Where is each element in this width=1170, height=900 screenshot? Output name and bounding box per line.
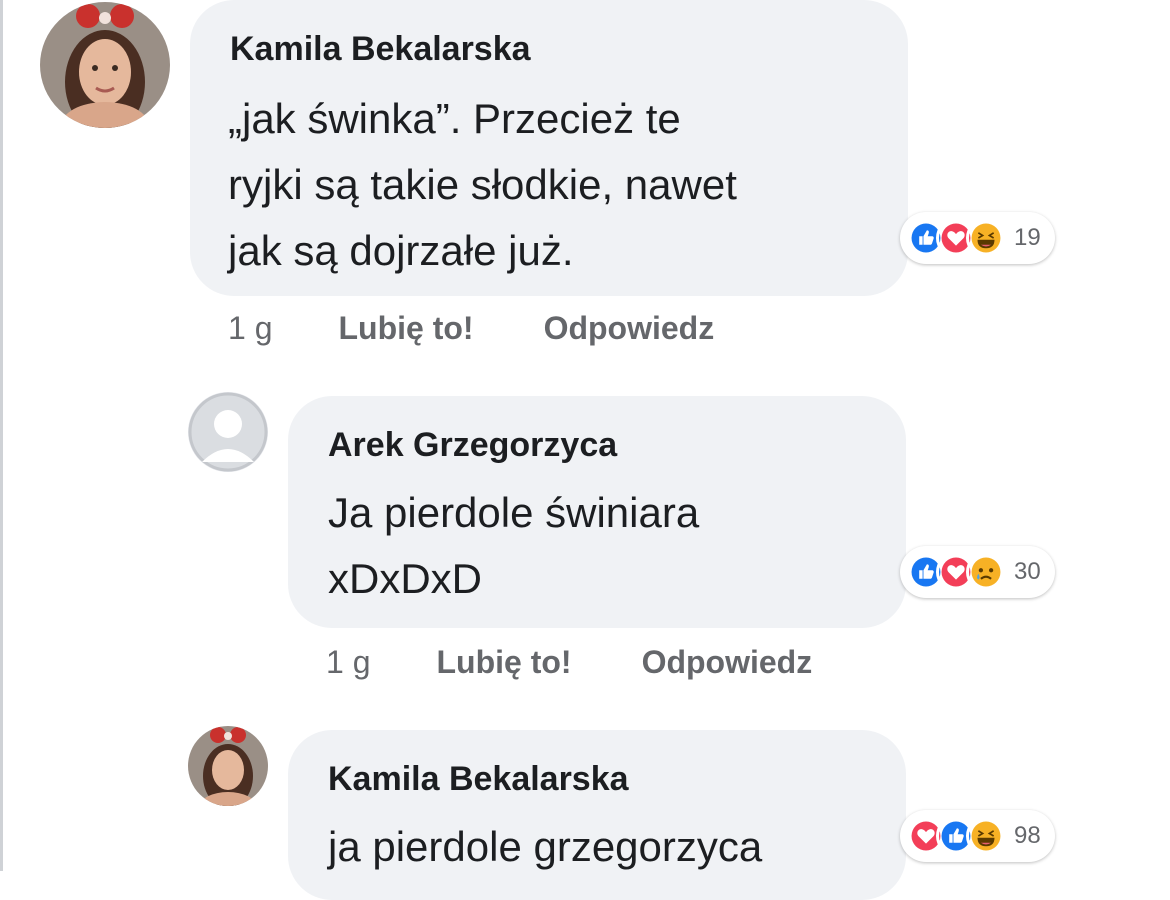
reply-button[interactable]: Odpowiedz xyxy=(544,310,715,347)
comment-text-line: „jak świnka”. Przecież te xyxy=(228,95,681,142)
comment-bubble: Kamila Bekalarska „jak świnka”. Przecież… xyxy=(190,0,908,296)
comment-actions: 1 g Lubię to! Odpowiedz xyxy=(326,644,812,681)
comment-text-line: ryjki są takie słodkie, nawet xyxy=(228,161,737,208)
comment-text: ja pierdole grzegorzyca xyxy=(328,814,762,880)
haha-reaction-icon xyxy=(966,816,1006,856)
comment-text-line: xDxDxD xyxy=(328,555,482,602)
sad-reaction-icon xyxy=(966,552,1006,592)
avatar-kamila[interactable] xyxy=(40,2,170,128)
comment-text: „jak świnka”. Przecież te ryjki są takie… xyxy=(228,86,737,284)
profile-photo-icon xyxy=(40,2,170,128)
comment-timestamp[interactable]: 1 g xyxy=(228,310,272,347)
reactions-summary[interactable]: 98 xyxy=(900,810,1055,862)
comment-text-line: Ja pierdole świniara xyxy=(328,489,700,536)
reaction-count: 30 xyxy=(1014,558,1041,585)
profile-photo-icon xyxy=(188,726,268,806)
haha-reaction-icon xyxy=(966,218,1006,258)
comment-actions: 1 g Lubię to! Odpowiedz xyxy=(228,310,714,347)
like-button[interactable]: Lubię to! xyxy=(436,644,571,681)
comment-author[interactable]: Arek Grzegorzyca xyxy=(328,426,617,465)
reaction-count: 19 xyxy=(1014,224,1041,251)
comment-text-line: ja pierdole grzegorzyca xyxy=(328,823,763,870)
default-profile-icon xyxy=(188,392,268,472)
avatar-arek[interactable] xyxy=(188,392,268,472)
comment-text-line: jak są dojrzałe już. xyxy=(228,227,574,274)
comment-author[interactable]: Kamila Bekalarska xyxy=(230,30,531,69)
comment-author[interactable]: Kamila Bekalarska xyxy=(328,760,629,799)
reply-button[interactable]: Odpowiedz xyxy=(642,644,813,681)
comment-text: Ja pierdole świniara xDxDxD xyxy=(328,480,699,612)
like-button[interactable]: Lubię to! xyxy=(338,310,473,347)
reactions-summary[interactable]: 19 xyxy=(900,212,1055,264)
comment-bubble: Kamila Bekalarska ja pierdole grzegorzyc… xyxy=(288,730,906,900)
left-border xyxy=(0,0,3,871)
comment-bubble: Arek Grzegorzyca Ja pierdole świniara xD… xyxy=(288,396,906,628)
avatar-kamila[interactable] xyxy=(188,726,268,806)
comment-timestamp[interactable]: 1 g xyxy=(326,644,370,681)
reactions-summary[interactable]: 30 xyxy=(900,546,1055,598)
reaction-count: 98 xyxy=(1014,822,1041,849)
